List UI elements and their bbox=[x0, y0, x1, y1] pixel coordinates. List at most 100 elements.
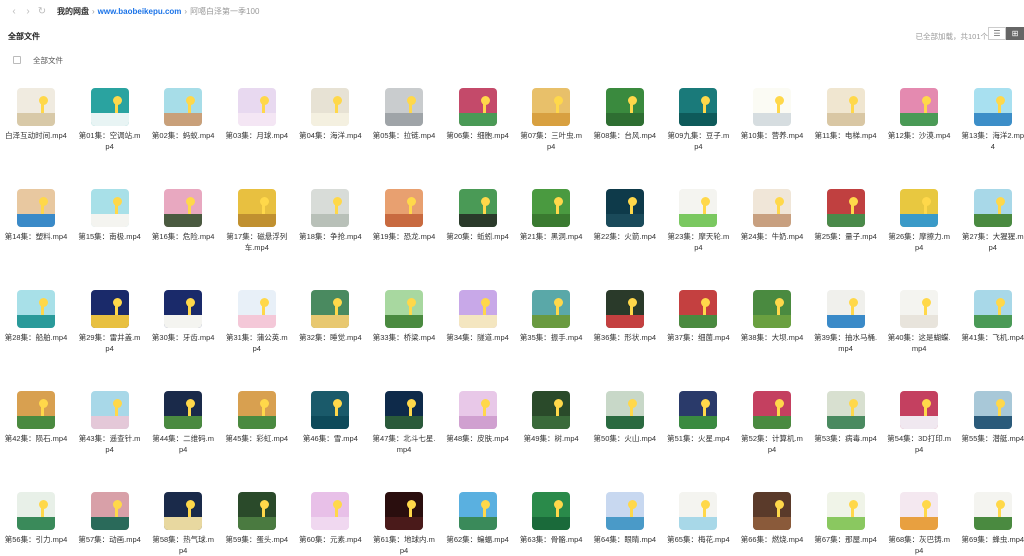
video-thumbnail[interactable] bbox=[973, 189, 1012, 227]
file-name[interactable]: 第41集：飞机.mp4 bbox=[961, 332, 1024, 343]
file-name[interactable]: 第45集：彩虹.mp4 bbox=[225, 433, 289, 444]
file-name[interactable]: 第68集：灰巴铸.mp4 bbox=[887, 534, 951, 556]
video-thumbnail[interactable] bbox=[679, 391, 718, 429]
file-name[interactable]: 第15集：南极.mp4 bbox=[78, 231, 142, 242]
file-name[interactable]: 第22集：火箭.mp4 bbox=[593, 231, 657, 242]
file-name[interactable]: 第14集：塑料.mp4 bbox=[4, 231, 68, 242]
file-name[interactable]: 第02集：蚂蚁.mp4 bbox=[151, 130, 215, 141]
file-name[interactable]: 第67集：那屋.mp4 bbox=[814, 534, 878, 545]
video-thumbnail[interactable] bbox=[753, 290, 791, 328]
video-thumbnail[interactable] bbox=[605, 492, 644, 530]
file-name[interactable]: 第56集：引力.mp4 bbox=[4, 534, 68, 545]
file-name[interactable]: 第69集：蜂虫.mp4 bbox=[961, 534, 1024, 545]
file-name[interactable]: 第65集：梅花.mp4 bbox=[666, 534, 730, 545]
video-thumbnail[interactable] bbox=[90, 492, 129, 530]
file-name[interactable]: 白泽互动时间.mp4 bbox=[4, 130, 68, 141]
file-name[interactable]: 第18集：争抢.mp4 bbox=[298, 231, 362, 242]
file-name[interactable]: 第17集：磁悬浮列车.mp4 bbox=[225, 231, 289, 253]
video-thumbnail[interactable] bbox=[311, 492, 350, 530]
video-thumbnail[interactable] bbox=[17, 189, 55, 227]
file-name[interactable]: 第48集：皮肤.mp4 bbox=[446, 433, 510, 444]
video-thumbnail[interactable] bbox=[605, 189, 644, 227]
video-thumbnail[interactable] bbox=[973, 290, 1012, 328]
video-thumbnail[interactable] bbox=[17, 492, 55, 530]
file-name[interactable]: 第33集：桥梁.mp4 bbox=[372, 332, 436, 343]
file-name[interactable]: 第05集：拉链.mp4 bbox=[372, 130, 436, 141]
file-name[interactable]: 第19集：恐龙.mp4 bbox=[372, 231, 436, 242]
file-name[interactable]: 第53集：病毒.mp4 bbox=[814, 433, 878, 444]
file-name[interactable]: 第49集：树.mp4 bbox=[519, 433, 583, 444]
video-thumbnail[interactable] bbox=[17, 290, 55, 328]
file-name[interactable]: 第55集：潜艇.mp4 bbox=[961, 433, 1024, 444]
video-thumbnail[interactable] bbox=[532, 88, 571, 126]
file-name[interactable]: 第62集：蝙蝠.mp4 bbox=[446, 534, 510, 545]
file-name[interactable]: 第34集：隧道.mp4 bbox=[446, 332, 510, 343]
video-thumbnail[interactable] bbox=[605, 290, 644, 328]
video-thumbnail[interactable] bbox=[458, 492, 497, 530]
file-name[interactable]: 第31集：蒲公英.mp4 bbox=[225, 332, 289, 354]
video-thumbnail[interactable] bbox=[532, 290, 571, 328]
file-name[interactable]: 第32集：睡觉.mp4 bbox=[298, 332, 362, 343]
video-thumbnail[interactable] bbox=[237, 290, 276, 328]
file-name[interactable]: 第35集：振手.mp4 bbox=[519, 332, 583, 343]
file-name[interactable]: 第09九集：豆子.mp4 bbox=[666, 130, 730, 152]
video-thumbnail[interactable] bbox=[826, 88, 865, 126]
video-thumbnail[interactable] bbox=[679, 492, 718, 530]
file-name[interactable]: 第12集：沙漠.mp4 bbox=[887, 130, 951, 141]
video-thumbnail[interactable] bbox=[900, 290, 939, 328]
video-thumbnail[interactable] bbox=[90, 290, 129, 328]
video-thumbnail[interactable] bbox=[90, 391, 129, 429]
file-name[interactable]: 第23集：摩天轮.mp4 bbox=[666, 231, 730, 253]
video-thumbnail[interactable] bbox=[458, 189, 497, 227]
file-name[interactable]: 第10集：营养.mp4 bbox=[740, 130, 804, 141]
file-name[interactable]: 第42集：陨石.mp4 bbox=[4, 433, 68, 444]
video-thumbnail[interactable] bbox=[753, 189, 791, 227]
video-thumbnail[interactable] bbox=[900, 492, 939, 530]
video-thumbnail[interactable] bbox=[237, 492, 276, 530]
video-thumbnail[interactable] bbox=[458, 88, 497, 126]
file-name[interactable]: 第36集：形状.mp4 bbox=[593, 332, 657, 343]
file-name[interactable]: 第38集：大坝.mp4 bbox=[740, 332, 804, 343]
file-name[interactable]: 第21集：黑洞.mp4 bbox=[519, 231, 583, 242]
video-thumbnail[interactable] bbox=[17, 88, 55, 126]
video-thumbnail[interactable] bbox=[164, 88, 203, 126]
video-thumbnail[interactable] bbox=[973, 391, 1012, 429]
video-thumbnail[interactable] bbox=[385, 189, 423, 227]
video-thumbnail[interactable] bbox=[164, 391, 203, 429]
file-name[interactable]: 第04集：海洋.mp4 bbox=[298, 130, 362, 141]
file-name[interactable]: 第63集：骨骼.mp4 bbox=[519, 534, 583, 545]
video-thumbnail[interactable] bbox=[826, 391, 865, 429]
video-thumbnail[interactable] bbox=[164, 290, 203, 328]
file-name[interactable]: 第54集：3D打印.mp4 bbox=[887, 433, 951, 455]
video-thumbnail[interactable] bbox=[237, 391, 276, 429]
file-name[interactable]: 第28集：船舶.mp4 bbox=[4, 332, 68, 343]
file-name[interactable]: 第29集：雷井盖.mp4 bbox=[78, 332, 142, 354]
video-thumbnail[interactable] bbox=[311, 88, 350, 126]
video-thumbnail[interactable] bbox=[385, 391, 423, 429]
video-thumbnail[interactable] bbox=[605, 391, 644, 429]
video-thumbnail[interactable] bbox=[605, 88, 644, 126]
file-name[interactable]: 第50集：火山.mp4 bbox=[593, 433, 657, 444]
file-name[interactable]: 第40集：这是蝴蝶.mp4 bbox=[887, 332, 951, 354]
video-thumbnail[interactable] bbox=[532, 189, 571, 227]
file-name[interactable]: 第13集：海洋2.mp4 bbox=[961, 130, 1024, 152]
file-name[interactable]: 第39集：抽水马桶.mp4 bbox=[814, 332, 878, 354]
file-name[interactable]: 第20集：蚯蚓.mp4 bbox=[446, 231, 510, 242]
file-name[interactable]: 第52集：计算机.mp4 bbox=[740, 433, 804, 455]
file-name[interactable]: 第60集：元素.mp4 bbox=[298, 534, 362, 545]
video-thumbnail[interactable] bbox=[237, 88, 276, 126]
file-name[interactable]: 第25集：量子.mp4 bbox=[814, 231, 878, 242]
video-thumbnail[interactable] bbox=[458, 290, 497, 328]
video-thumbnail[interactable] bbox=[753, 88, 791, 126]
file-name[interactable]: 第27集：大猩猩.mp4 bbox=[961, 231, 1024, 253]
file-name[interactable]: 第30集：牙齿.mp4 bbox=[151, 332, 215, 343]
video-thumbnail[interactable] bbox=[90, 189, 129, 227]
file-name[interactable]: 第06集：细胞.mp4 bbox=[446, 130, 510, 141]
file-name[interactable]: 第37集：细菌.mp4 bbox=[666, 332, 730, 343]
video-thumbnail[interactable] bbox=[532, 492, 571, 530]
video-thumbnail[interactable] bbox=[385, 88, 423, 126]
video-thumbnail[interactable] bbox=[532, 391, 571, 429]
video-thumbnail[interactable] bbox=[311, 391, 350, 429]
file-name[interactable]: 第66集：燃烧.mp4 bbox=[740, 534, 804, 545]
file-name[interactable]: 第43集：遥查针.mp4 bbox=[78, 433, 142, 455]
